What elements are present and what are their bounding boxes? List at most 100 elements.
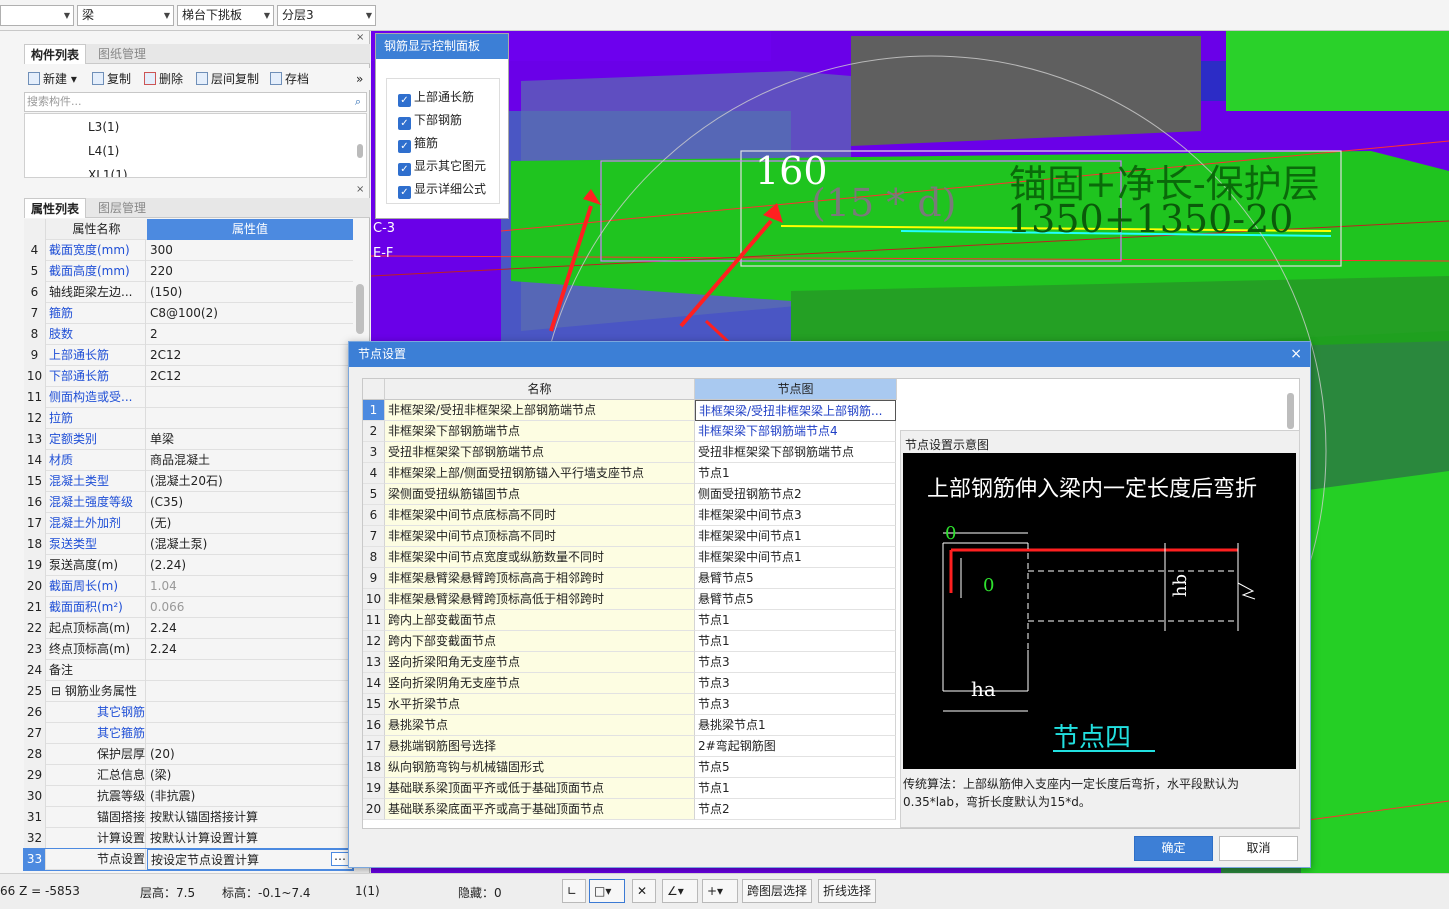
delete-button[interactable]: 删除 [144,71,183,88]
cancel-button[interactable]: 取消 [1219,836,1298,861]
property-value[interactable] [147,408,353,429]
tab-layer-manager[interactable]: 图层管理 [92,198,152,218]
property-value[interactable]: (梁) [147,765,353,786]
table-row[interactable]: 27 其它箍筋 [24,723,353,744]
table-row[interactable]: 10 下部通长筋 2C12 [24,366,353,387]
table-row[interactable]: 1 非框架梁/受扭非框架梁上部钢筋端节点 非框架梁/受扭非框架梁上部钢筋... [363,400,897,421]
component-search-input[interactable]: 搜索构件... ⌕ [24,92,367,112]
list-scrollbar[interactable] [357,144,363,158]
new-button[interactable]: 新建 ▾ [28,71,77,88]
table-row[interactable]: 28 保护层厚...(20) [24,744,353,765]
node-value[interactable]: 节点3 [695,694,896,715]
table-row[interactable]: 24 备注 [24,660,353,681]
node-value[interactable]: 悬臂节点5 [695,568,896,589]
table-row[interactable]: 32 计算设置 按默认计算设置计算 [24,828,353,849]
archive-button[interactable]: 存档 [270,71,309,88]
table-row[interactable]: 18 泵送类型 (混凝土泵) [24,534,353,555]
property-value[interactable] [147,660,353,681]
table-row[interactable]: 30 抗震等级 (非抗震) [24,786,353,807]
cross-icon[interactable]: ✕ [632,879,656,903]
list-item[interactable]: L4(1) [88,144,119,158]
combo-category[interactable]: 梁 ▼ [77,5,174,26]
property-value[interactable]: 2.24 [147,639,353,660]
polyline-select-button[interactable]: 折线选择 [818,879,877,903]
table-row[interactable]: 11 侧面构造或受... [24,387,353,408]
property-value[interactable] [147,681,353,702]
table-row[interactable]: 20 截面周长(m) 1.04 [24,576,353,597]
list-item[interactable]: L3(1) [88,120,119,134]
table-row[interactable]: 18 纵向钢筋弯钩与机械锚固形式 节点5 [363,757,897,778]
property-value[interactable]: (混凝土泵) [147,534,353,555]
tab-drawing-manager[interactable]: 图纸管理 [92,44,152,64]
table-row[interactable]: 14 竖向折梁阴角无支座节点 节点3 [363,673,897,694]
property-value[interactable]: (2.24) [147,555,353,576]
table-row[interactable]: 8 非框架梁中间节点宽度或纵筋数量不同时 非框架梁中间节点1 [363,547,897,568]
table-row[interactable]: 15 混凝土类型 (混凝土20石) [24,471,353,492]
node-value[interactable]: 非框架梁中间节点3 [695,505,896,526]
property-value[interactable]: (C35) [147,492,353,513]
node-value[interactable]: 非框架梁中间节点1 [695,547,896,568]
table-row[interactable]: 6 轴线距梁左边... (150) [24,282,353,303]
checkbox-top-rebar[interactable]: ✓ 上部通长筋 [398,88,474,107]
table-row[interactable]: 29 汇总信息 (梁) [24,765,353,786]
property-value[interactable]: 1.04 [147,576,353,597]
table-row[interactable]: 14 材质 商品混凝土 [24,450,353,471]
search-icon[interactable]: ⌕ [355,93,361,111]
tab-property-list[interactable]: 属性列表 [24,198,87,218]
table-row[interactable]: 5 截面高度(mm) 220 [24,261,353,282]
table-row[interactable]: 12 跨内下部变截面节点 节点1 [363,631,897,652]
table-row[interactable]: 2 非框架梁下部钢筋端节点 非框架梁下部钢筋端节点4 [363,421,897,442]
table-row[interactable]: 6 非框架梁中间节点底标高不同时 非框架梁中间节点3 [363,505,897,526]
copy-button[interactable]: 复制 [92,71,131,88]
table-row[interactable]: 13 竖向折梁阳角无支座节点 节点3 [363,652,897,673]
node-value[interactable]: 节点2 [695,799,896,820]
property-value[interactable]: 商品混凝土 [147,450,353,471]
checkbox-stirrup[interactable]: ✓ 箍筋 [398,134,438,153]
table-row[interactable]: 12 拉筋 [24,408,353,429]
property-value[interactable]: (非抗震) [147,786,353,807]
node-value[interactable]: 悬臂节点5 [695,589,896,610]
table-row[interactable]: 9 上部通长筋 2C12 [24,345,353,366]
node-value[interactable]: 节点3 [695,652,896,673]
property-value[interactable]: 按设定节点设置计算 [147,849,353,870]
checkbox-detailed-formula[interactable]: ✓ 显示详细公式 [398,180,486,199]
table-row[interactable]: 9 非框架悬臂梁悬臂跨顶标高高于相邻跨时 悬臂节点5 [363,568,897,589]
table-row[interactable]: 23 终点顶标高(m) 2.24 [24,639,353,660]
table-row[interactable]: 26 其它钢筋 [24,702,353,723]
property-value[interactable]: 2 [147,324,353,345]
table-row[interactable]: 22 起点顶标高(m) 2.24 [24,618,353,639]
grid-scrollbar[interactable] [1287,393,1294,429]
checkbox-other-elements[interactable]: ✓ 显示其它图元 [398,157,486,176]
tab-component-list[interactable]: 构件列表 [24,44,87,64]
combo-type[interactable]: 梯台下挑板 ▼ [177,5,274,26]
property-value[interactable]: 220 [147,261,353,282]
panel-close-icon[interactable]: × [356,184,364,197]
list-item[interactable]: XL1(1) [88,168,128,177]
table-row[interactable]: 4 非框架梁上部/侧面受扭钢筋锚入平行墙支座节点 节点1 [363,463,897,484]
table-row[interactable]: 33 节点设置 按设定节点设置计算 ⋯ [23,848,354,871]
property-value[interactable]: (无) [147,513,353,534]
table-row[interactable]: 8 肢数 2 [24,324,353,345]
property-value[interactable]: 300 [147,240,353,261]
node-value[interactable]: 节点1 [695,463,896,484]
table-row[interactable]: 25 ⊟ 钢筋业务属性 [24,681,353,702]
more-icon[interactable]: » [356,71,363,88]
node-value[interactable]: 节点1 [695,778,896,799]
node-value[interactable]: 2#弯起钢筋图 [695,736,896,757]
property-value[interactable]: 2C12 [147,366,353,387]
orthogonal-icon[interactable]: ∟ [562,879,586,903]
combo-floor[interactable]: ▼ [0,5,74,26]
table-row[interactable]: 19 基础联系梁顶面平齐或低于基础顶面节点 节点1 [363,778,897,799]
table-row[interactable]: 19 泵送高度(m) (2.24) [24,555,353,576]
property-scrollbar[interactable] [356,284,364,334]
combo-layer[interactable]: 分层3 ▼ [277,5,376,26]
close-icon[interactable]: × [1290,342,1302,367]
table-row[interactable]: 3 受扭非框架梁下部钢筋端节点 受扭非框架梁下部钢筋端节点 [363,442,897,463]
table-row[interactable]: 7 非框架梁中间节点顶标高不同时 非框架梁中间节点1 [363,526,897,547]
node-value[interactable]: 非框架梁中间节点1 [695,526,896,547]
ok-button[interactable]: 确定 [1134,836,1213,861]
node-value[interactable]: 节点1 [695,610,896,631]
table-row[interactable]: 21 截面面积(m²) 0.066 [24,597,353,618]
node-value[interactable]: 侧面受扭钢筋节点2 [695,484,896,505]
node-value[interactable]: 受扭非框架梁下部钢筋端节点 [695,442,896,463]
